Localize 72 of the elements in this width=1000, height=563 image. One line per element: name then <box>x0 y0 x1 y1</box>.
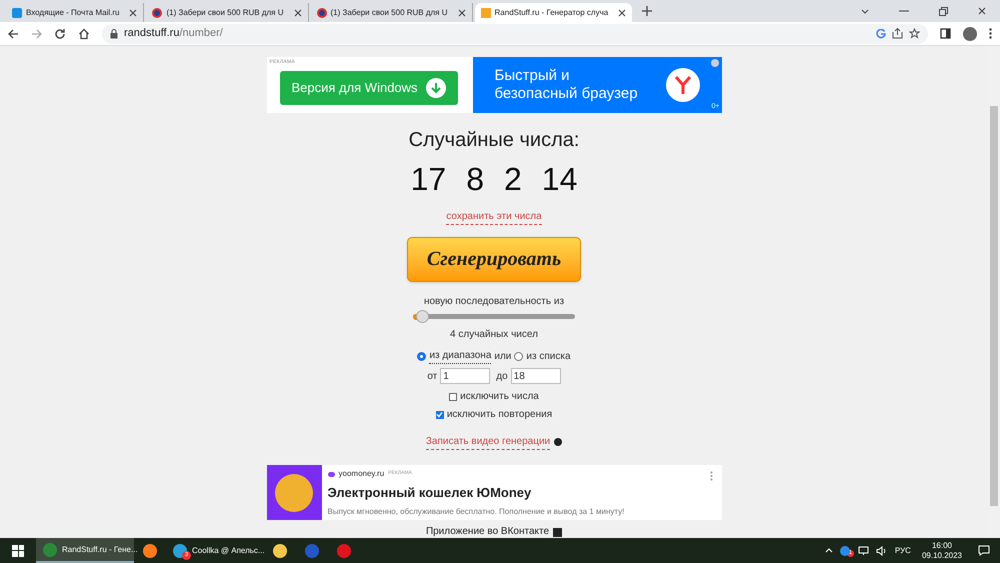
new-tab-icon[interactable] <box>642 6 652 16</box>
tray-app-icon[interactable] <box>840 546 850 556</box>
save-numbers-link[interactable]: сохранить эти числа <box>446 209 542 225</box>
reload-icon[interactable] <box>54 28 66 40</box>
google-icon[interactable] <box>876 28 886 38</box>
random-number: 8 <box>466 160 484 199</box>
mail-icon <box>12 8 22 18</box>
slider-thumb[interactable] <box>416 310 430 323</box>
download-icon <box>426 78 446 98</box>
checkbox[interactable] <box>449 392 458 400</box>
share-icon[interactable] <box>892 28 903 39</box>
browser-tab[interactable]: RandStuff.ru - Генератор случа <box>474 3 632 22</box>
close-icon[interactable] <box>978 7 986 15</box>
random-number: 2 <box>504 160 522 199</box>
radio-button[interactable] <box>514 352 524 360</box>
taskbar-label: Coollka @ Апельс... <box>192 544 265 556</box>
globe-icon <box>316 8 326 18</box>
vk-app-link[interactable]: Приложение во ВКонтакте <box>426 526 550 538</box>
back-icon[interactable] <box>8 28 19 38</box>
source-option[interactable]: из списка <box>526 348 571 364</box>
browser-logo <box>666 68 700 102</box>
or-label: или <box>494 350 512 364</box>
coin-illustration <box>266 465 322 520</box>
profile-avatar[interactable] <box>963 26 977 40</box>
show-hidden-icon[interactable] <box>824 548 833 553</box>
ad-slogan: Быстрый и безопасный браузер <box>494 67 639 103</box>
address-bar[interactable]: randstuff.ru/number/ <box>102 24 928 44</box>
tab-title: (1) Забери свои 500 RUB для U <box>330 6 448 18</box>
tab-title: (1) Забери свои 500 RUB для U <box>166 6 284 18</box>
windows-start-icon[interactable] <box>12 544 24 556</box>
speaker-icon[interactable] <box>876 546 887 556</box>
checkbox-label: исключить повторения <box>446 408 552 422</box>
minimize-icon[interactable] <box>899 10 909 12</box>
restore-icon[interactable] <box>939 6 948 16</box>
results-title: Случайные числа: <box>408 128 580 153</box>
more-icon[interactable] <box>710 471 712 481</box>
network-icon[interactable] <box>858 546 869 556</box>
globe-icon <box>152 8 162 18</box>
ad-domain: yoomoney.ru <box>338 468 384 480</box>
from-field[interactable]: 1 <box>440 368 490 384</box>
site-logo-icon <box>480 8 491 18</box>
url-text: randstuff.ru/number/ <box>124 26 223 42</box>
close-icon[interactable] <box>294 8 302 16</box>
generate-button[interactable]: Сгенерировать <box>407 237 581 282</box>
tab-title: Входящие - Почта Mail.ru <box>26 6 120 18</box>
radio-button[interactable] <box>417 352 426 360</box>
count-label: 4 случайных чисел <box>450 328 538 342</box>
close-icon[interactable] <box>458 8 466 16</box>
menu-icon[interactable] <box>989 28 992 39</box>
from-label: от <box>427 370 438 384</box>
language-indicator[interactable]: РУС <box>890 544 916 556</box>
clock-date[interactable]: 09.10.2023 <box>922 550 962 560</box>
tab-title: RandStuff.ru - Генератор случа <box>494 6 608 18</box>
source-option[interactable]: из диапазона <box>429 348 492 364</box>
sidebar-icon[interactable] <box>940 28 951 39</box>
sequence-label: новую последовательность из <box>424 294 564 309</box>
star-icon[interactable] <box>909 28 920 39</box>
dropdown-icon[interactable] <box>861 8 869 14</box>
home-icon[interactable] <box>78 28 90 40</box>
close-icon[interactable] <box>129 8 138 16</box>
record-video-link[interactable]: Записать видео генерации <box>426 434 550 450</box>
clock-time[interactable]: 16:00 <box>932 540 952 550</box>
notifications-icon[interactable] <box>978 545 990 556</box>
ad-text: Выпуск мгновенно, обслуживание бесплатно. Пополнение и вывод за 1 минуту! <box>328 506 624 518</box>
close-icon[interactable] <box>618 8 626 16</box>
checkbox-label: исключить числа <box>460 390 539 404</box>
ad-headline: Электронный кошелек ЮMoney <box>328 484 532 502</box>
to-field[interactable]: 18 <box>510 368 561 384</box>
lock-icon <box>110 28 118 38</box>
random-number: 17 <box>410 160 446 199</box>
random-number: 14 <box>542 160 578 199</box>
to-label: до <box>496 370 508 384</box>
